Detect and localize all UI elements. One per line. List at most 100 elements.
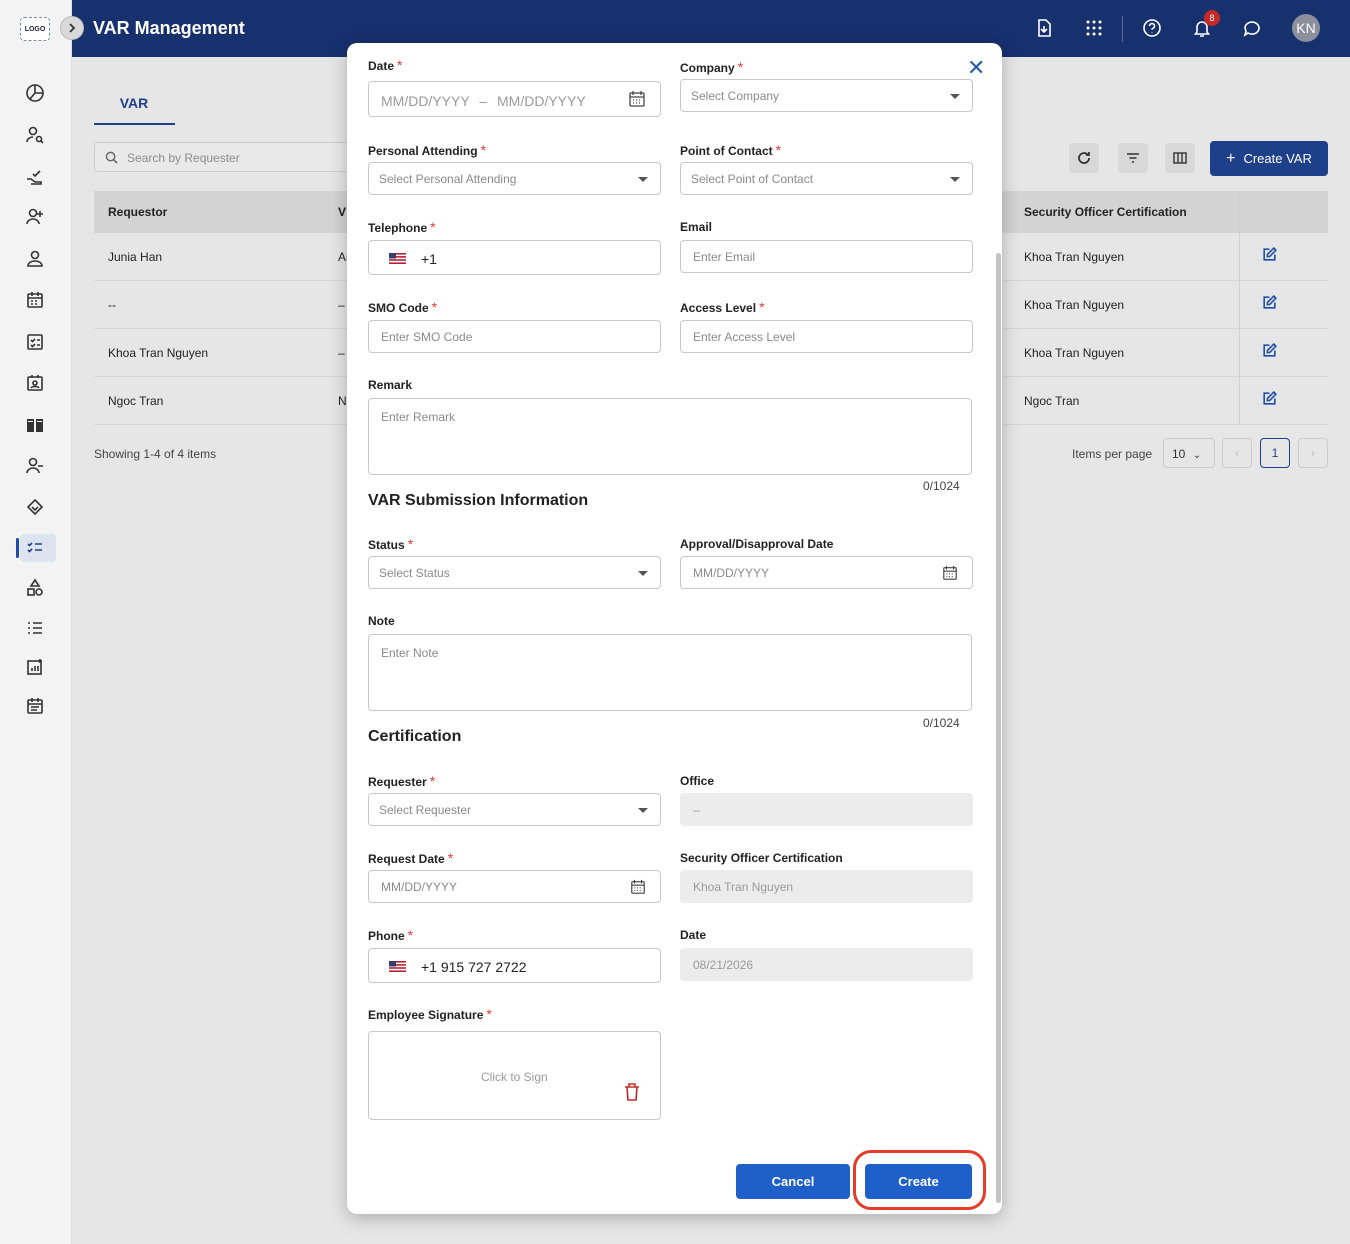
handshake-icon[interactable] (24, 496, 46, 518)
book-icon[interactable] (24, 414, 46, 436)
us-flag-icon (389, 253, 406, 264)
report-icon[interactable] (24, 656, 46, 678)
sidebar-expand-button[interactable] (60, 16, 84, 40)
email-placeholder: Enter Email (693, 250, 756, 264)
phone-value: +1 915 727 2722 (421, 959, 527, 975)
top-bar-divider (1122, 16, 1123, 42)
cell-v: N (338, 394, 347, 408)
security-officer-field: Khoa Tran Nguyen (680, 870, 973, 903)
personal-attending-select[interactable]: Select Personal Attending (368, 162, 661, 195)
contact-card-icon[interactable] (24, 372, 46, 394)
note-textarea[interactable]: Enter Note (368, 634, 972, 711)
search-input[interactable]: Search by Requester (94, 142, 354, 172)
security-officer-value: Khoa Tran Nguyen (693, 880, 794, 894)
filter-button[interactable] (1118, 143, 1148, 173)
calendar-icon (943, 565, 957, 580)
email-label: Email (680, 220, 713, 234)
column-security[interactable]: Security Officer Certification (1024, 205, 1187, 219)
create-var-button[interactable]: + Create VAR (1210, 141, 1328, 176)
cancel-button[interactable]: Cancel (736, 1164, 850, 1199)
cell-security: Khoa Tran Nguyen (1024, 346, 1125, 360)
items-per-page-label: Items per page (1072, 447, 1153, 461)
prev-page-button[interactable]: ‹ (1222, 438, 1252, 468)
point-of-contact-select[interactable]: Select Point of Contact (680, 162, 973, 195)
page-1-button[interactable]: 1 (1260, 438, 1290, 468)
signature-pad[interactable]: Click to Sign (368, 1031, 661, 1120)
date-range-input[interactable]: MM/DD/YYYY – MM/DD/YYYY (368, 81, 661, 117)
approval-date-input[interactable]: MM/DD/YYYY (680, 556, 973, 589)
dashboard-icon[interactable] (24, 82, 46, 104)
apps-grid-icon[interactable] (1082, 16, 1106, 40)
date-separator: – (479, 93, 488, 109)
user-icon[interactable] (24, 248, 46, 270)
us-flag-icon (389, 961, 406, 972)
status-select[interactable]: Select Status (368, 556, 661, 589)
remark-label: Remark (368, 378, 413, 392)
column-requestor[interactable]: Requestor (108, 205, 167, 219)
columns-button[interactable] (1165, 143, 1195, 173)
calendar-icon[interactable] (24, 289, 46, 311)
plus-icon: + (1226, 149, 1236, 167)
telephone-input[interactable]: +1 (368, 240, 661, 275)
request-date-label: Request Date * (368, 850, 454, 866)
status-label: Status * (368, 536, 414, 552)
columns-icon (1173, 152, 1187, 164)
chat-icon[interactable] (1240, 16, 1264, 40)
logo: LOGO (20, 17, 50, 41)
edit-icon[interactable] (1261, 294, 1278, 311)
tab-var[interactable]: VAR (94, 95, 174, 111)
close-icon[interactable]: ✕ (967, 57, 985, 79)
smo-code-label: SMO Code * (368, 299, 438, 315)
items-per-page-select[interactable]: 10 ⌄ (1163, 438, 1215, 468)
request-date-input[interactable]: MM/DD/YYYY (368, 870, 661, 903)
calendar-icon (629, 91, 645, 107)
caret-down-icon (638, 808, 648, 813)
modal-scrollbar[interactable] (996, 253, 1001, 1203)
edit-icon[interactable] (1261, 390, 1278, 407)
office-field: – (680, 793, 973, 826)
access-level-label: Access Level * (680, 299, 765, 315)
shapes-icon[interactable] (24, 577, 46, 599)
company-select[interactable]: Select Company (680, 79, 973, 112)
signature-placeholder: Click to Sign (481, 1070, 548, 1084)
search-icon (105, 151, 118, 164)
company-label: Company * (680, 59, 744, 75)
cell-requestor: -- (108, 298, 116, 312)
trash-icon[interactable] (623, 1082, 641, 1102)
checklist-icon[interactable] (24, 331, 46, 353)
help-icon[interactable] (1140, 16, 1164, 40)
user-remove-icon[interactable] (24, 455, 46, 477)
next-page-button[interactable]: › (1298, 438, 1328, 468)
avatar[interactable]: KN (1292, 14, 1320, 42)
caret-down-icon (950, 177, 960, 182)
remark-textarea[interactable]: Enter Remark (368, 398, 972, 475)
access-level-input[interactable]: Enter Access Level (680, 320, 973, 353)
email-input[interactable]: Enter Email (680, 240, 973, 273)
remark-placeholder: Enter Remark (381, 410, 456, 424)
personal-attending-label: Personal Attending * (368, 142, 487, 158)
task-list-icon[interactable] (24, 537, 46, 559)
column-divider (1239, 329, 1240, 376)
edit-icon[interactable] (1261, 342, 1278, 359)
cell-security: Khoa Tran Nguyen (1024, 298, 1125, 312)
user-add-icon[interactable] (24, 206, 46, 228)
certification-section-title: Certification (368, 728, 462, 745)
refresh-button[interactable] (1069, 143, 1099, 173)
edit-icon[interactable] (1261, 246, 1278, 263)
caret-down-icon (950, 94, 960, 99)
cert-date-label: Date (680, 928, 707, 942)
download-icon[interactable] (1032, 16, 1056, 40)
cell-requestor: Khoa Tran Nguyen (108, 346, 209, 360)
calendar-icon (631, 879, 645, 894)
list-check-icon[interactable] (24, 617, 46, 639)
hand-check-icon[interactable] (24, 166, 46, 188)
schedule-icon[interactable] (24, 695, 46, 717)
smo-code-input[interactable]: Enter SMO Code (368, 320, 661, 353)
column-v[interactable]: V (338, 205, 346, 219)
user-search-icon[interactable] (24, 124, 46, 146)
point-of-contact-label: Point of Contact * (680, 142, 782, 158)
request-date-placeholder: MM/DD/YYYY (381, 880, 458, 894)
requester-select[interactable]: Select Requester (368, 793, 661, 826)
notification-badge: 8 (1204, 10, 1220, 26)
phone-input[interactable]: +1 915 727 2722 (368, 948, 661, 983)
